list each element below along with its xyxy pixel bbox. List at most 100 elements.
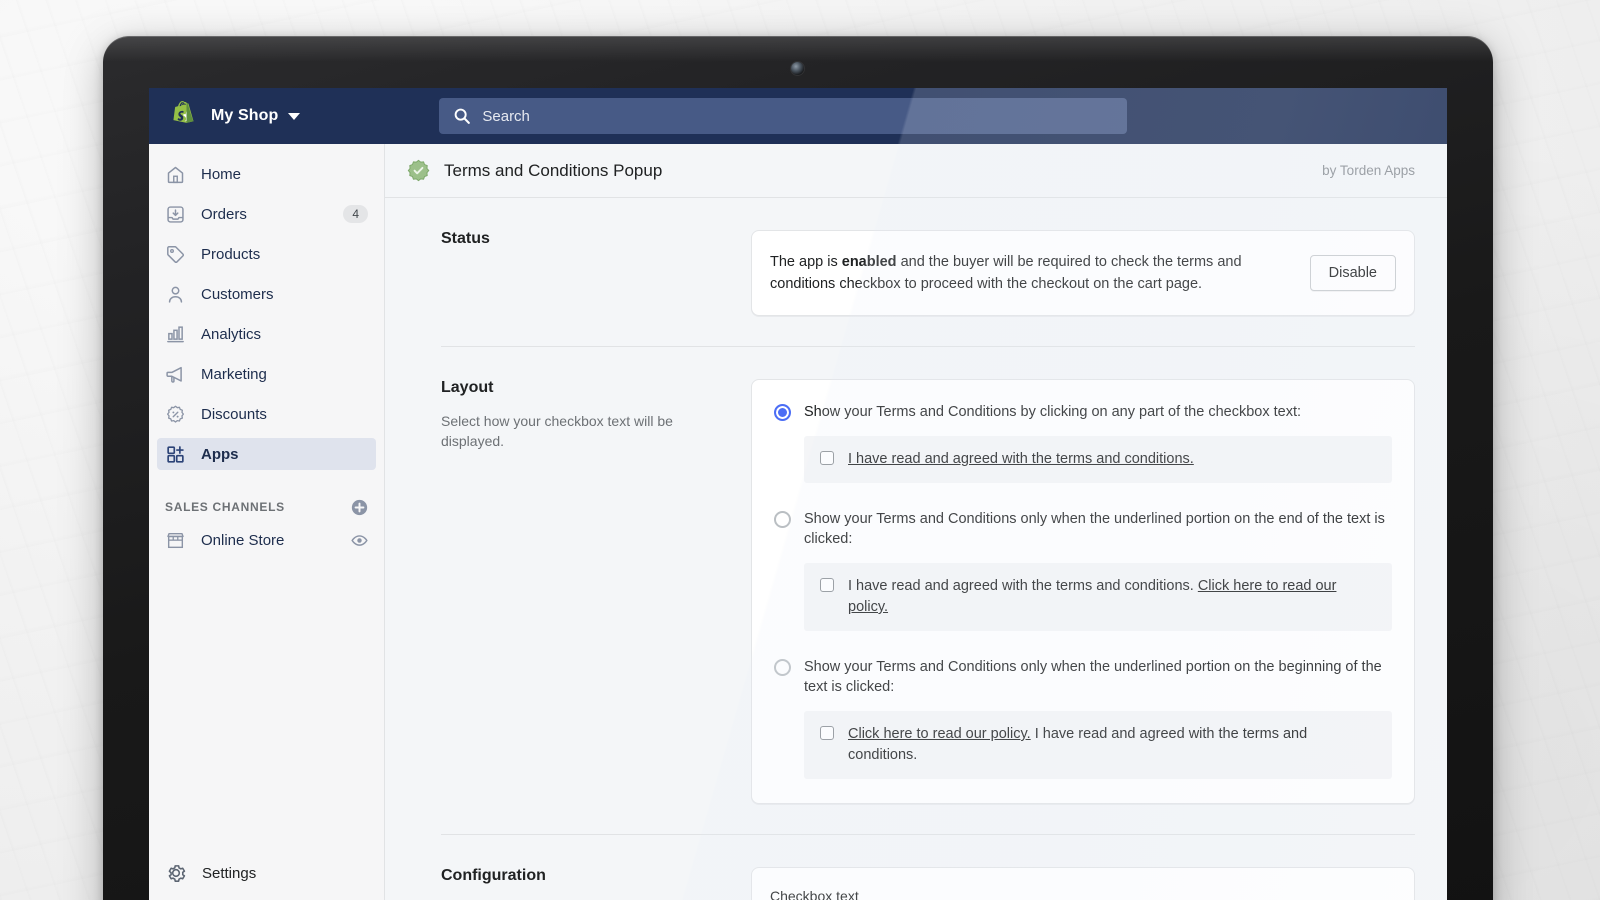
layout-option-1-label: Show your Terms and Conditions by clicki… (804, 402, 1301, 422)
configuration-section-title: Configuration (441, 867, 727, 885)
sidebar-item-orders[interactable]: Orders 4 (157, 198, 376, 230)
sidebar-item-home[interactable]: Home (157, 158, 376, 190)
laptop-screen: My Shop Search (149, 88, 1447, 900)
layout-option-2: Show your Terms and Conditions only when… (774, 509, 1392, 631)
status-text-before: The app is (770, 254, 842, 270)
preview-plain-before: I have read and agreed with the terms an… (848, 578, 1198, 594)
layout-card: Show your Terms and Conditions by clicki… (751, 379, 1415, 804)
sidebar-item-apps[interactable]: Apps (157, 438, 376, 470)
eye-icon[interactable] (351, 532, 368, 549)
preview-checkbox-icon[interactable] (820, 578, 834, 592)
layout-section: Layout Select how your checkbox text wil… (441, 346, 1415, 804)
sidebar-bottom-section: Settings Store transfer disabled (149, 854, 384, 900)
sidebar-item-online-store[interactable]: Online Store (157, 524, 376, 556)
status-section-title: Status (441, 230, 727, 248)
layout-option-3: Show your Terms and Conditions only when… (774, 657, 1392, 779)
sidebar-item-label: Customers (201, 286, 368, 303)
sidebar-item-label: Online Store (201, 532, 351, 549)
layout-option-3-preview: Click here to read our policy. I have re… (804, 711, 1392, 779)
layout-option-1-preview-text: I have read and agreed with the terms an… (848, 449, 1194, 470)
status-section-right: The app is enabled and the buyer will be… (751, 230, 1415, 316)
sidebar-item-products[interactable]: Products (157, 238, 376, 270)
checkbox-text-label: Checkbox text (770, 888, 1396, 900)
layout-option-1-row[interactable]: Show your Terms and Conditions by clicki… (774, 402, 1392, 422)
product-tag-icon (165, 244, 186, 265)
plus-circle-icon[interactable] (351, 499, 368, 516)
sidebar-item-label: Orders (201, 206, 343, 223)
radio-button-option-1[interactable] (774, 404, 791, 421)
configuration-card: Checkbox text (751, 867, 1415, 900)
search-icon (453, 107, 471, 125)
radio-button-option-3[interactable] (774, 659, 791, 676)
preview-underlined[interactable]: I have read and agreed with the terms an… (848, 451, 1194, 467)
chevron-down-icon[interactable] (288, 113, 300, 120)
sidebar-item-analytics[interactable]: Analytics (157, 318, 376, 350)
shopify-bag-icon[interactable] (171, 101, 199, 131)
top-bar: My Shop Search (149, 88, 1447, 144)
app-header: Terms and Conditions Popup by Torden App… (385, 144, 1447, 198)
configuration-section: Configuration Set the checkbox's text, h… (441, 834, 1415, 900)
laptop-device: My Shop Search (103, 36, 1493, 900)
apps-grid-plus-icon (165, 444, 186, 465)
customer-person-icon (165, 284, 186, 305)
main-content: Terms and Conditions Popup by Torden App… (385, 144, 1447, 900)
configuration-section-right: Checkbox text (751, 867, 1415, 900)
preview-checkbox-icon[interactable] (820, 451, 834, 465)
layout-option-3-row[interactable]: Show your Terms and Conditions only when… (774, 657, 1392, 697)
sales-channels-title: SALES CHANNELS (165, 500, 351, 514)
webcam-icon (791, 62, 804, 75)
preview-underlined[interactable]: Click here to read our policy. (848, 726, 1031, 742)
orders-badge: 4 (343, 205, 368, 223)
disable-button[interactable]: Disable (1310, 255, 1396, 291)
sidebar: Home Orders 4 (149, 144, 385, 900)
search-placeholder: Search (482, 108, 530, 125)
store-transfer-status[interactable]: Store transfer disabled (157, 892, 376, 900)
layout-option-2-preview: I have read and agreed with the terms an… (804, 563, 1392, 631)
layout-option-1: Show your Terms and Conditions by clicki… (774, 402, 1392, 483)
layout-option-3-preview-text: Click here to read our policy. I have re… (848, 724, 1376, 766)
radio-button-option-2[interactable] (774, 511, 791, 528)
sidebar-item-label: Home (201, 166, 368, 183)
sidebar-item-label: Apps (201, 446, 368, 463)
app-developer: by Torden Apps (1322, 163, 1415, 178)
sidebar-item-label: Marketing (201, 366, 368, 383)
sales-channels-header: SALES CHANNELS (165, 496, 368, 518)
status-card: The app is enabled and the buyer will be… (751, 230, 1415, 316)
home-icon (165, 164, 186, 185)
discount-percent-icon (165, 404, 186, 425)
gear-icon (165, 862, 187, 884)
status-message: The app is enabled and the buyer will be… (770, 251, 1310, 295)
search-input[interactable]: Search (439, 98, 1127, 134)
configuration-section-left: Configuration Set the checkbox's text, h… (441, 867, 751, 900)
sidebar-item-discounts[interactable]: Discounts (157, 398, 376, 430)
storefront-icon (165, 530, 186, 551)
status-section: Status The app is enabled and the buyer … (385, 198, 1447, 316)
shop-name[interactable]: My Shop (211, 107, 278, 125)
status-section-left: Status (441, 230, 751, 316)
analytics-bar-chart-icon (165, 324, 186, 345)
sidebar-item-label: Discounts (201, 406, 368, 423)
sidebar-item-customers[interactable]: Customers (157, 278, 376, 310)
app-body: Home Orders 4 (149, 144, 1447, 900)
layout-option-3-label: Show your Terms and Conditions only when… (804, 657, 1392, 697)
layout-section-desc: Select how your checkbox text will be di… (441, 411, 727, 451)
layout-option-2-label: Show your Terms and Conditions only when… (804, 509, 1392, 549)
page-title: Terms and Conditions Popup (444, 161, 1322, 181)
sidebar-item-label: Analytics (201, 326, 368, 343)
sidebar-item-label: Settings (202, 865, 256, 882)
layout-option-1-preview: I have read and agreed with the terms an… (804, 436, 1392, 483)
layout-option-2-preview-text: I have read and agreed with the terms an… (848, 576, 1376, 618)
layout-section-right: Show your Terms and Conditions by clicki… (751, 379, 1415, 804)
green-seal-check-icon (407, 159, 430, 182)
marketing-megaphone-icon (165, 364, 186, 385)
layout-section-left: Layout Select how your checkbox text wil… (441, 379, 751, 804)
photo-scene: My Shop Search (0, 0, 1600, 900)
preview-checkbox-icon[interactable] (820, 726, 834, 740)
sidebar-item-settings[interactable]: Settings (157, 854, 376, 892)
layout-option-2-row[interactable]: Show your Terms and Conditions only when… (774, 509, 1392, 549)
sidebar-item-marketing[interactable]: Marketing (157, 358, 376, 390)
status-text-bold: enabled (842, 254, 897, 270)
layout-section-title: Layout (441, 379, 727, 397)
sidebar-item-label: Products (201, 246, 368, 263)
orders-inbox-icon (165, 204, 186, 225)
